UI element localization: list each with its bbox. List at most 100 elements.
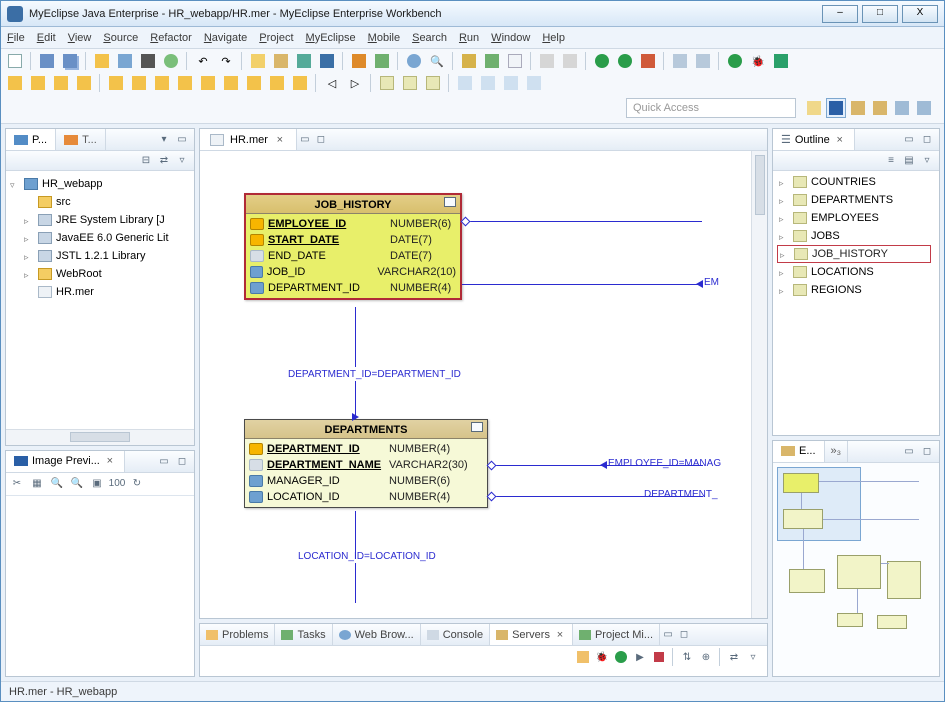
er-diagram-canvas[interactable]: JOB_HISTORY EMPLOYEE_IDNUMBER(6)START_DA… <box>200 151 767 618</box>
deploy-icon[interactable] <box>575 649 591 665</box>
sync-button[interactable] <box>161 51 181 71</box>
entity-button[interactable] <box>377 73 397 93</box>
save-all-button[interactable] <box>60 51 80 71</box>
column-row[interactable]: DEPARTMENT_NAMEVARCHAR2(30) <box>249 457 483 473</box>
layout1-button[interactable] <box>455 73 475 93</box>
minimize-icon[interactable]: ▭ <box>297 132 313 148</box>
tab-web-browser[interactable]: Web Brow... <box>333 624 421 645</box>
local-menu-icon[interactable]: ▿ <box>174 153 190 169</box>
maximize-icon[interactable]: ◻ <box>174 453 190 469</box>
outline-item[interactable]: LOCATIONS <box>775 263 937 281</box>
menu-view[interactable]: View <box>68 32 92 44</box>
tree-project[interactable]: HR_webapp <box>10 175 190 193</box>
bug-button[interactable]: 🐞 <box>748 51 768 71</box>
tab-project-migration[interactable]: Project Mi... <box>573 624 660 645</box>
actual-size-icon[interactable]: 100 <box>109 476 125 492</box>
titlebar[interactable]: MyEclipse Java Enterprise - HR_webapp/HR… <box>1 1 944 27</box>
perspective-other[interactable] <box>914 98 934 118</box>
db-button[interactable] <box>271 51 291 71</box>
close-icon[interactable]: × <box>274 134 286 146</box>
menu-project[interactable]: Project <box>259 32 293 44</box>
filter-icon[interactable]: ▤ <box>901 153 917 169</box>
open-perspective-button[interactable] <box>804 98 824 118</box>
quick-access-input[interactable]: Quick Access <box>626 98 796 118</box>
undo-button[interactable]: ↶ <box>193 51 213 71</box>
expand-icon[interactable] <box>780 249 790 259</box>
entity-toggle-icon[interactable] <box>471 422 483 432</box>
column-row[interactable]: MANAGER_IDNUMBER(6) <box>249 473 483 489</box>
minimize-icon[interactable]: ▭ <box>156 453 172 469</box>
fwd-button[interactable]: ▷ <box>345 73 365 93</box>
tab-image-preview[interactable]: Image Previ...× <box>6 451 125 472</box>
tab-console[interactable]: Console <box>421 624 490 645</box>
perspective-hib[interactable] <box>870 98 890 118</box>
maximize-icon[interactable]: ◻ <box>919 443 935 459</box>
expand-icon[interactable] <box>779 195 789 205</box>
server-button[interactable] <box>115 51 135 71</box>
close-icon[interactable]: × <box>104 455 116 467</box>
collapse-all-icon[interactable]: ⊟ <box>138 153 154 169</box>
tree-src[interactable]: src <box>10 193 190 211</box>
outline-item[interactable]: COUNTRIES <box>775 173 937 191</box>
outline-list[interactable]: COUNTRIESDEPARTMENTSEMPLOYEESJOBSJOB_HIS… <box>773 171 939 435</box>
view-button[interactable] <box>423 73 443 93</box>
tab-problems[interactable]: Problems <box>200 624 275 645</box>
publish-icon[interactable]: ⇅ <box>679 649 695 665</box>
entity-departments[interactable]: DEPARTMENTS DEPARTMENT_IDNUMBER(4)DEPART… <box>244 419 488 508</box>
menu-file[interactable]: File <box>7 32 25 44</box>
tree-javaee[interactable]: JavaEE 6.0 Generic Lit <box>10 229 190 247</box>
tab-servers[interactable]: Servers× <box>490 624 573 645</box>
debug-button[interactable] <box>592 51 612 71</box>
folder9-button[interactable] <box>290 73 310 93</box>
zoom-out-icon[interactable]: 🔍 <box>49 476 65 492</box>
run-button[interactable] <box>615 51 635 71</box>
minimap-canvas[interactable] <box>773 463 939 676</box>
open-type-button[interactable] <box>248 51 268 71</box>
monitor-button[interactable] <box>693 51 713 71</box>
menu-run[interactable]: Run <box>459 32 479 44</box>
outline-item[interactable]: EMPLOYEES <box>775 209 937 227</box>
tree-jre[interactable]: JRE System Library [J <box>10 211 190 229</box>
expand-icon[interactable] <box>779 231 789 241</box>
local-menu-icon[interactable]: ▿ <box>919 153 935 169</box>
search-button[interactable]: 🔍 <box>427 51 447 71</box>
hscroll[interactable] <box>6 429 194 445</box>
entity-toggle-icon[interactable] <box>444 197 456 207</box>
link-icon[interactable]: ⇄ <box>726 649 742 665</box>
new-pkg-button[interactable] <box>28 73 48 93</box>
vscroll[interactable] <box>751 151 767 618</box>
select-icon[interactable]: ▦ <box>29 476 45 492</box>
expand-icon[interactable] <box>779 177 789 187</box>
column-row[interactable]: LOCATION_IDNUMBER(4) <box>249 489 483 505</box>
close-button[interactable]: X <box>902 5 938 23</box>
column-row[interactable]: END_DATEDATE(7) <box>250 248 456 264</box>
menu-mobile[interactable]: Mobile <box>368 32 400 44</box>
tab-project-explorer[interactable]: P... <box>6 129 56 150</box>
column-row[interactable]: JOB_IDVARCHAR2(10) <box>250 264 456 280</box>
layout3-button[interactable] <box>501 73 521 93</box>
stop-button[interactable] <box>771 51 791 71</box>
minimize-icon[interactable]: ▭ <box>660 627 676 643</box>
add-server-icon[interactable]: ⊕ <box>698 649 714 665</box>
maximize-button[interactable]: □ <box>862 5 898 23</box>
cube-button[interactable] <box>317 51 337 71</box>
menu-edit[interactable]: Edit <box>37 32 56 44</box>
web-button[interactable] <box>404 51 424 71</box>
menu-refactor[interactable]: Refactor <box>150 32 192 44</box>
refresh-icon[interactable]: ↻ <box>129 476 145 492</box>
page-button[interactable] <box>505 51 525 71</box>
folder2-button[interactable] <box>129 73 149 93</box>
close-icon[interactable]: × <box>834 134 846 146</box>
layout2-button[interactable] <box>478 73 498 93</box>
editor-tab-hrmer[interactable]: HR.mer× <box>200 129 297 150</box>
wizard-button[interactable] <box>294 51 314 71</box>
entity-job-history[interactable]: JOB_HISTORY EMPLOYEE_IDNUMBER(6)START_DA… <box>244 193 462 300</box>
tree-webroot[interactable]: WebRoot <box>10 265 190 283</box>
save-button[interactable] <box>37 51 57 71</box>
folder3-button[interactable] <box>152 73 172 93</box>
minimize-icon[interactable]: ▭ <box>901 132 917 148</box>
menu-help[interactable]: Help <box>542 32 565 44</box>
project-tree[interactable]: HR_webapp src JRE System Library [J Java… <box>6 171 194 429</box>
tab-er-overview[interactable]: E... <box>773 441 825 462</box>
maximize-icon[interactable]: ◻ <box>313 132 329 148</box>
